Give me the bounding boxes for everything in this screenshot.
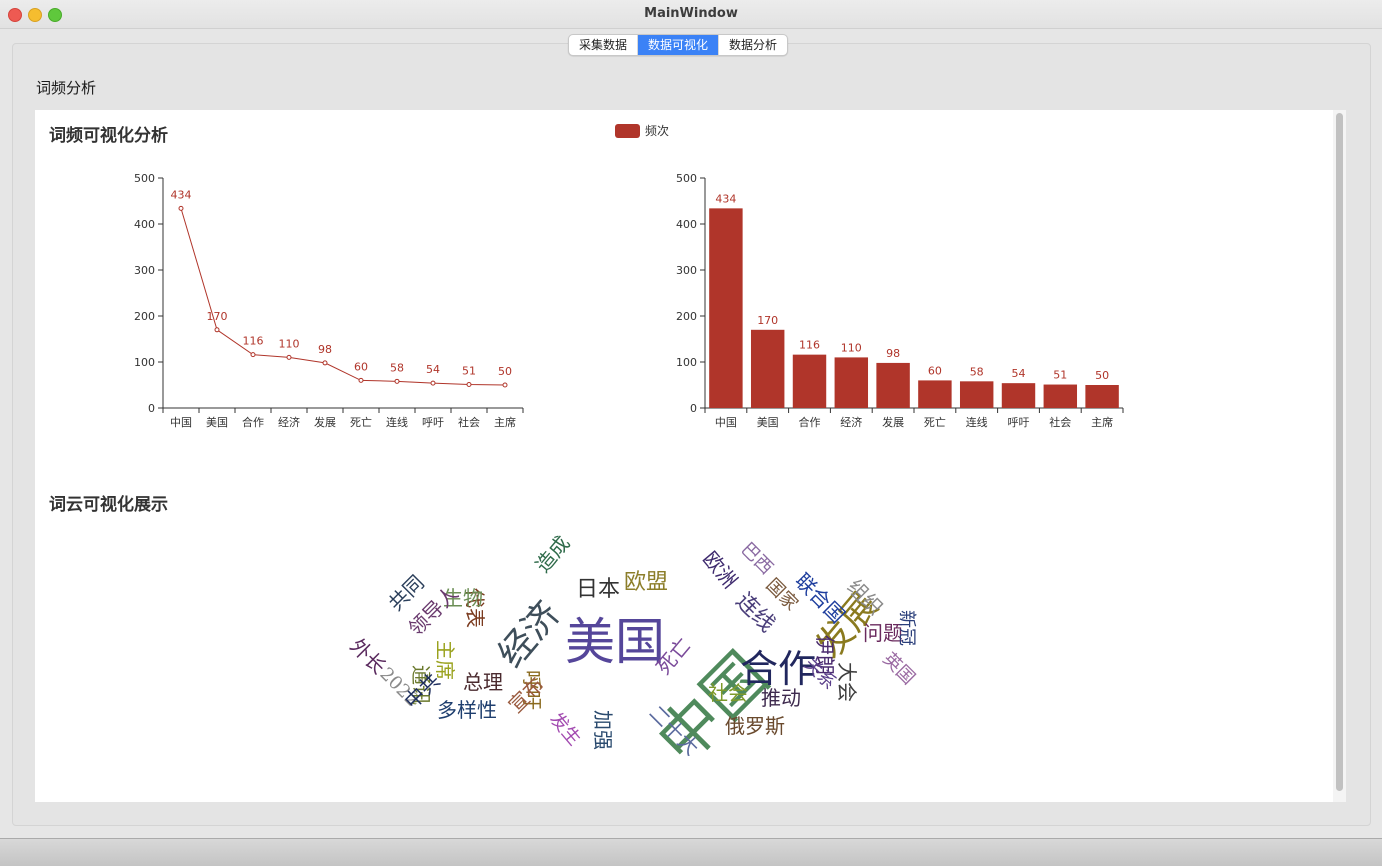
cloud-word: 大会 bbox=[835, 662, 859, 702]
tab-bar: 采集数据 数据可视化 数据分析 bbox=[568, 34, 789, 56]
cloud-word: 欧盟 bbox=[624, 570, 669, 595]
cloud-word: 总理 bbox=[463, 670, 503, 694]
scrollbar-thumb[interactable] bbox=[1336, 113, 1343, 791]
cloud-word: 巴西 bbox=[736, 538, 777, 579]
cloud-word: 推动 bbox=[761, 686, 801, 710]
cloud-word: 英国 bbox=[878, 648, 919, 689]
tab-data-analysis[interactable]: 数据分析 bbox=[718, 35, 787, 55]
cloud-word: 欧洲 bbox=[698, 546, 743, 593]
window-title: MainWindow bbox=[644, 6, 738, 21]
cloud-word: 美国 bbox=[565, 613, 665, 671]
cloud-word: 经济 bbox=[490, 593, 569, 676]
cloud-word: 新冠 bbox=[896, 610, 917, 646]
cloud-word: 主席 bbox=[433, 640, 457, 680]
cloud-word: 日本 bbox=[576, 577, 621, 602]
cloud-word: 发生 bbox=[545, 708, 585, 750]
tab-data-visualization[interactable]: 数据可视化 bbox=[637, 35, 719, 55]
cloud-word: 加强 bbox=[591, 710, 615, 750]
cloud-word: 造成 bbox=[530, 531, 575, 578]
section-title: 词频分析 bbox=[36, 79, 97, 97]
tab-collect-data[interactable]: 采集数据 bbox=[569, 35, 637, 55]
cloud-word: 俄罗斯 bbox=[725, 714, 785, 738]
panel-scrollbar[interactable] bbox=[1333, 110, 1346, 802]
bottom-bar bbox=[0, 838, 1382, 866]
word-cloud: 中国 美国 合作 发展 经济 日本 欧盟 代表 造成 生物 共同 领导人 外长 2022 通讯 主席 总理 呼吁中… bbox=[35, 110, 1346, 802]
chart-panel: 词频可视化分析 频次 0 100 200 300 400 500 中国 美国 合作 经济 发展 死亡连… bbox=[35, 110, 1346, 802]
window-titlebar: MainWindow bbox=[0, 0, 1382, 29]
cloud-word: 社会 bbox=[708, 681, 748, 705]
cloud-word: 多样性 bbox=[437, 698, 497, 722]
